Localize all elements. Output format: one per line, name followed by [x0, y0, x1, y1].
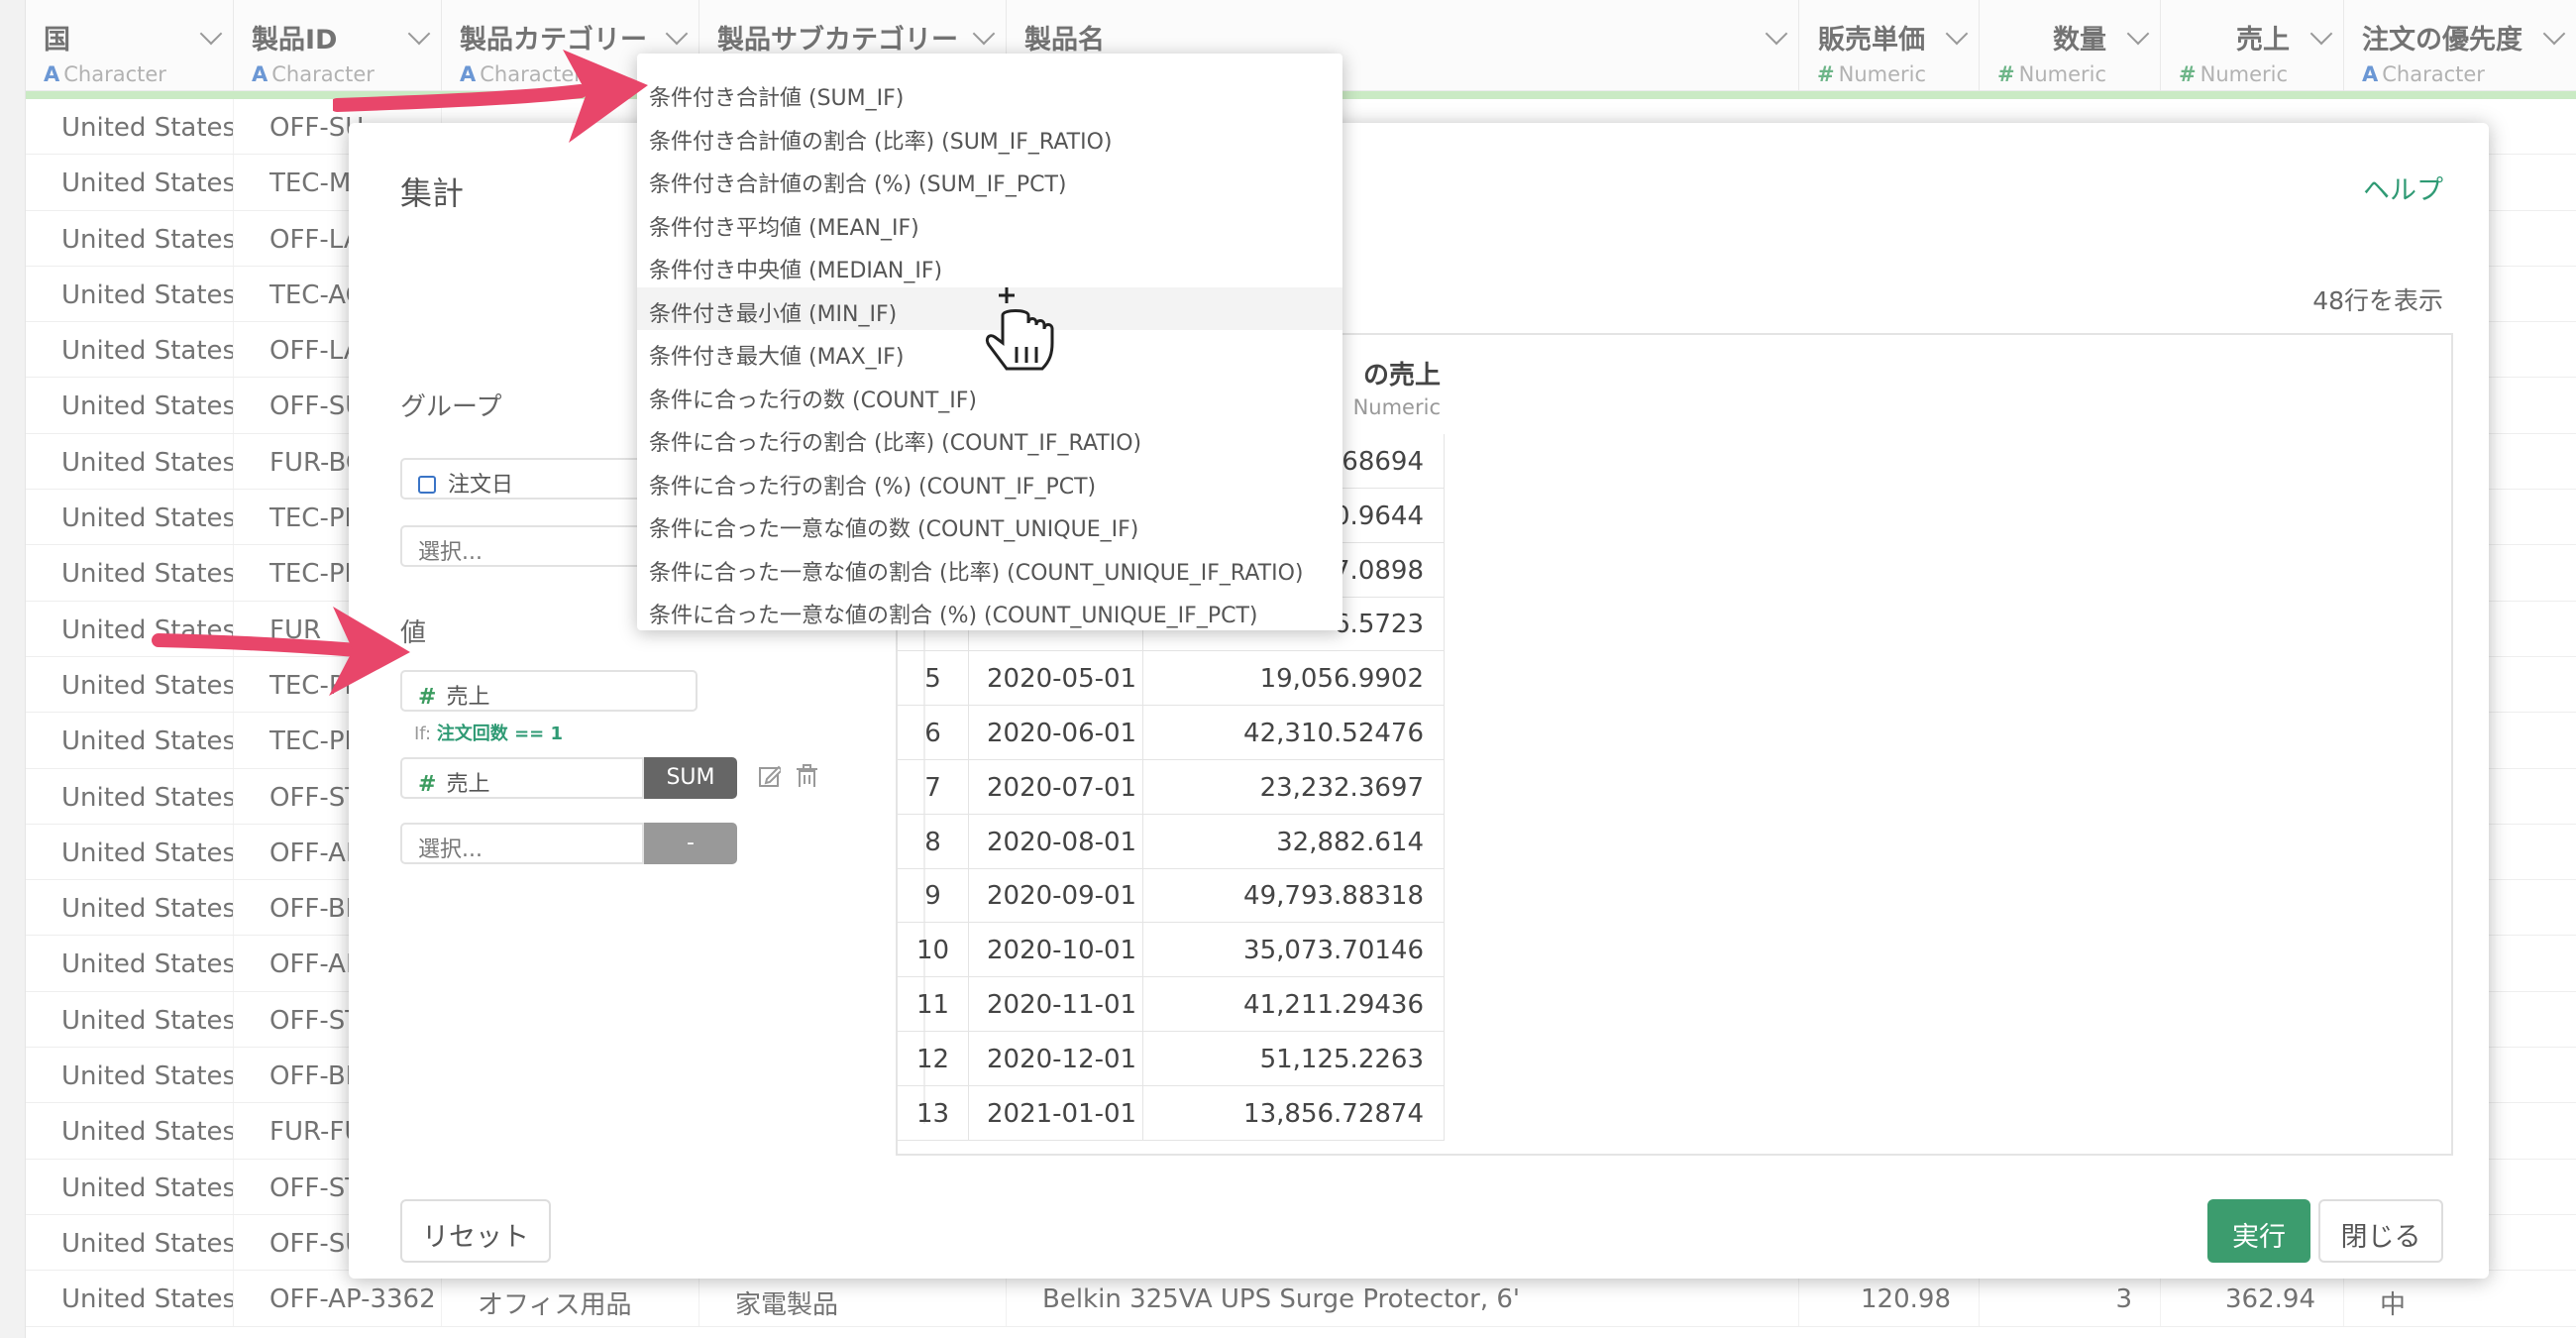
menu-item-12[interactable]: 条件に合った一意な値の割合 (%) (COUNT_UNIQUE_IF_PCT) — [637, 589, 1342, 630]
result-cell-value: 32,882.614 — [1143, 814, 1445, 868]
result-cell-date: 2020-10-01 — [969, 923, 1143, 977]
menu-item-4[interactable]: 条件付き中央値 (MEDIAN_IF) — [637, 244, 1342, 286]
close-button[interactable]: 閉じる — [2318, 1199, 2443, 1263]
result-cell-date: 2020-11-01 — [969, 977, 1143, 1031]
result-cell-date: 2020-09-01 — [969, 868, 1143, 923]
group-chip-label: 注文日 — [448, 473, 514, 498]
hand-cursor-icon — [985, 287, 1054, 371]
edit-icon[interactable] — [757, 763, 781, 787]
help-link[interactable]: ヘルプ — [2363, 168, 2443, 207]
menu-item-1[interactable]: 条件付き合計値の割合 (比率) (SUM_IF_RATIO) — [637, 115, 1342, 158]
result-cell-date: 2020-06-01 — [969, 706, 1143, 759]
value-chip-sales-1[interactable]: # 売上 — [400, 670, 698, 712]
run-button[interactable]: 実行 — [2207, 1199, 2310, 1263]
result-column-header: の売上 Numeric — [1330, 355, 1441, 426]
aggregate-function-button-empty[interactable]: - — [644, 823, 737, 864]
result-cell-value: 35,073.70146 — [1143, 923, 1445, 977]
aggregate-function-button[interactable]: SUM — [644, 757, 737, 799]
menu-item-8[interactable]: 条件に合った行の割合 (比率) (COUNT_IF_RATIO) — [637, 416, 1342, 459]
value-chip-label: 売上 — [446, 772, 490, 797]
group-select-placeholder: 選択... — [418, 540, 483, 565]
result-row: 10 2020-10-01 35,073.70146 — [898, 923, 1445, 978]
result-row: 5 2020-05-01 19,056.9902 — [898, 651, 1445, 707]
value-chip-label: 売上 — [446, 685, 490, 710]
result-row: 6 2020-06-01 42,310.52476 — [898, 706, 1445, 760]
row-count: 48行を表示 — [2312, 286, 2443, 315]
result-cell-value: 42,310.52476 — [1143, 706, 1445, 759]
reset-button[interactable]: リセット — [400, 1199, 551, 1263]
result-column-title: の売上 — [1362, 361, 1441, 390]
trash-icon[interactable] — [795, 763, 818, 787]
result-row: 7 2020-07-01 23,232.3697 — [898, 759, 1445, 815]
result-cell-date: 2020-07-01 — [969, 759, 1143, 814]
result-cell-idx: 6 — [898, 706, 969, 759]
result-cell-date: 2020-05-01 — [969, 651, 1143, 706]
result-row: 13 2021-01-01 13,856.72874 — [898, 1085, 1445, 1141]
menu-item-partial: ··· — [649, 54, 670, 64]
result-cell-idx: 10 — [898, 923, 969, 977]
annotation-arrow-bottom — [152, 607, 410, 696]
result-cell-idx: 8 — [898, 814, 969, 868]
result-row: 11 2020-11-01 41,211.29436 — [898, 977, 1445, 1032]
result-cell-date: 2020-12-01 — [969, 1031, 1143, 1085]
result-cell-idx: 9 — [898, 868, 969, 923]
result-cell-value: 41,211.29436 — [1143, 977, 1445, 1031]
condition-text: 注文回数 == 1 — [436, 724, 564, 744]
group-label: グループ — [400, 392, 502, 422]
annotation-arrow-top — [333, 50, 648, 143]
result-cell-idx: 13 — [898, 1085, 969, 1140]
menu-item-11[interactable]: 条件に合った一意な値の割合 (比率) (COUNT_UNIQUE_IF_RATI… — [637, 546, 1342, 589]
numeric-icon: # — [418, 772, 437, 797]
value-select-placeholder: 選択... — [418, 837, 483, 862]
menu-item-10[interactable]: 条件に合った一意な値の数 (COUNT_UNIQUE_IF) — [637, 502, 1342, 545]
result-row: 8 2020-08-01 32,882.614 — [898, 814, 1445, 869]
value-chip-sales-2[interactable]: # 売上 — [400, 757, 644, 799]
result-cell-value: 23,232.3697 — [1143, 759, 1445, 814]
result-cell-date: 2021-01-01 — [969, 1085, 1143, 1140]
value-select[interactable]: 選択... — [400, 823, 644, 864]
condition-prefix: If: — [414, 724, 432, 744]
numeric-icon: # — [418, 685, 437, 710]
result-cell-value: 51,125.2263 — [1143, 1031, 1445, 1085]
menu-item-3[interactable]: 条件付き平均値 (MEAN_IF) — [637, 201, 1342, 244]
result-cell-date: 2020-08-01 — [969, 814, 1143, 868]
result-cell-value: 49,793.88318 — [1143, 868, 1445, 923]
menu-item-0[interactable]: 条件付き合計値 (SUM_IF) — [637, 71, 1342, 114]
result-cell-value: 13,856.72874 — [1143, 1085, 1445, 1140]
menu-item-9[interactable]: 条件に合った行の割合 (%) (COUNT_IF_PCT) — [637, 460, 1342, 502]
menu-item-2[interactable]: 条件付き合計値の割合 (%) (SUM_IF_PCT) — [637, 158, 1342, 200]
result-cell-idx: 5 — [898, 651, 969, 706]
value-condition: If: 注文回数 == 1 — [414, 720, 563, 745]
result-row: 9 2020-09-01 49,793.88318 — [898, 868, 1445, 924]
dialog-title: 集計 — [400, 174, 465, 212]
result-cell-idx: 12 — [898, 1031, 969, 1085]
menu-item-7[interactable]: 条件に合った行の数 (COUNT_IF) — [637, 374, 1342, 416]
result-cell-idx: 11 — [898, 977, 969, 1031]
result-column-type: Numeric — [1352, 395, 1441, 419]
result-row: 12 2020-12-01 51,125.2263 — [898, 1031, 1445, 1086]
result-cell-value: 19,056.9902 — [1143, 651, 1445, 706]
calendar-icon — [418, 476, 436, 494]
result-cell-idx: 7 — [898, 759, 969, 814]
